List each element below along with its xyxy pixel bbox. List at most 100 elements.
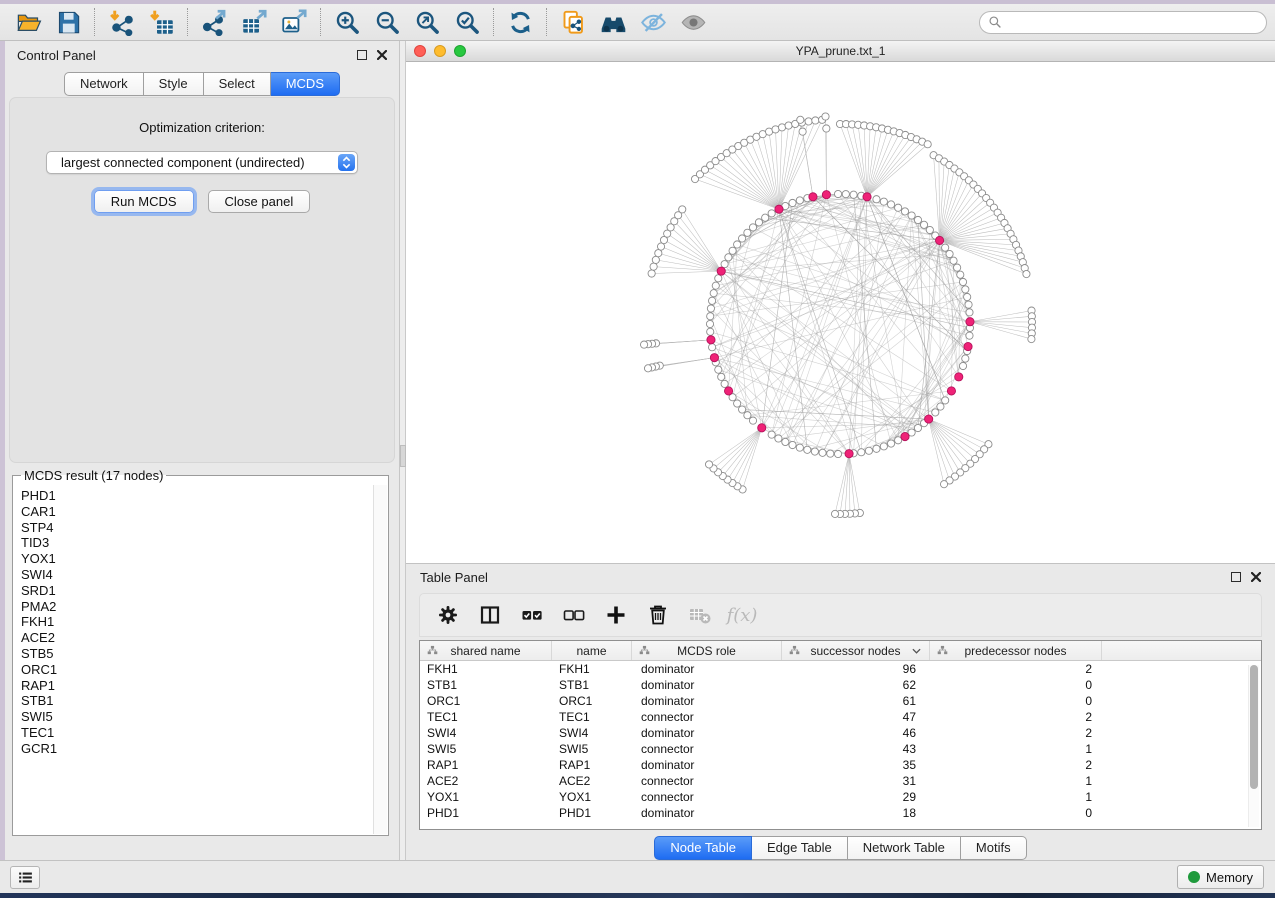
export-network-button[interactable] bbox=[194, 6, 234, 38]
delete-column-button[interactable] bbox=[640, 598, 676, 632]
zoom-selected-button[interactable] bbox=[447, 6, 487, 38]
network-node[interactable] bbox=[785, 122, 792, 129]
mcds-result-item[interactable]: STB5 bbox=[21, 646, 373, 662]
run-mcds-button[interactable]: Run MCDS bbox=[94, 190, 194, 213]
network-node[interactable] bbox=[650, 263, 657, 270]
network-node[interactable] bbox=[920, 221, 927, 228]
table-tab-node-table[interactable]: Node Table bbox=[654, 836, 752, 860]
network-node[interactable] bbox=[796, 197, 803, 204]
network-node[interactable] bbox=[962, 286, 969, 293]
table-row[interactable]: ORC1ORC1dominator610 bbox=[420, 693, 1261, 709]
show-all-button[interactable] bbox=[673, 6, 713, 38]
mcds-result-item[interactable]: RAP1 bbox=[21, 678, 373, 694]
network-node[interactable] bbox=[789, 199, 796, 206]
mcds-network-node[interactable] bbox=[845, 450, 853, 458]
mcds-network-node[interactable] bbox=[863, 193, 871, 201]
network-node[interactable] bbox=[942, 244, 949, 251]
network-node[interactable] bbox=[914, 216, 921, 223]
network-node[interactable] bbox=[901, 208, 908, 215]
network-node[interactable] bbox=[729, 247, 736, 254]
network-node[interactable] bbox=[964, 293, 971, 300]
mcds-result-item[interactable]: SRD1 bbox=[21, 583, 373, 599]
network-node[interactable] bbox=[755, 219, 762, 226]
float-panel-icon[interactable] bbox=[357, 50, 367, 60]
network-node[interactable] bbox=[782, 438, 789, 445]
column-header-name[interactable]: name bbox=[552, 641, 632, 660]
network-node[interactable] bbox=[796, 444, 803, 451]
network-node[interactable] bbox=[819, 449, 826, 456]
table-tab-edge-table[interactable]: Edge Table bbox=[752, 836, 848, 860]
zoom-in-button[interactable] bbox=[327, 6, 367, 38]
network-node[interactable] bbox=[708, 344, 715, 351]
network-node[interactable] bbox=[1023, 270, 1030, 277]
network-node[interactable] bbox=[966, 309, 973, 316]
network-node[interactable] bbox=[850, 191, 857, 198]
mcds-result-item[interactable]: CAR1 bbox=[21, 504, 373, 520]
mcds-network-node[interactable] bbox=[822, 191, 830, 199]
network-node[interactable] bbox=[749, 417, 756, 424]
select-all-button[interactable] bbox=[514, 598, 550, 632]
network-window-titlebar[interactable]: YPA_prune.txt_1 bbox=[406, 41, 1275, 62]
network-node[interactable] bbox=[718, 373, 725, 380]
task-history-button[interactable] bbox=[10, 866, 40, 889]
function-builder-button[interactable]: f(x) bbox=[724, 598, 760, 632]
network-node[interactable] bbox=[775, 435, 782, 442]
float-table-panel-icon[interactable] bbox=[1231, 572, 1241, 582]
mcds-result-scrollbar[interactable] bbox=[373, 485, 387, 834]
save-session-button[interactable] bbox=[48, 6, 88, 38]
network-node[interactable] bbox=[707, 328, 714, 335]
network-node[interactable] bbox=[1028, 335, 1035, 342]
network-node[interactable] bbox=[812, 117, 819, 124]
network-node[interactable] bbox=[679, 206, 686, 213]
network-node[interactable] bbox=[652, 256, 659, 263]
mcds-result-item[interactable]: PHD1 bbox=[21, 488, 373, 504]
network-node[interactable] bbox=[954, 264, 961, 271]
zoom-fit-button[interactable] bbox=[407, 6, 447, 38]
import-table-button[interactable] bbox=[141, 6, 181, 38]
search-input[interactable] bbox=[1007, 15, 1258, 29]
hide-selected-button[interactable] bbox=[633, 6, 673, 38]
mcds-network-node[interactable] bbox=[966, 318, 974, 326]
column-header-shared-name[interactable]: shared name bbox=[420, 641, 552, 660]
network-node[interactable] bbox=[880, 443, 887, 450]
network-node[interactable] bbox=[655, 250, 662, 257]
network-node[interactable] bbox=[712, 282, 719, 289]
network-node[interactable] bbox=[725, 254, 732, 261]
mcds-network-node[interactable] bbox=[758, 424, 766, 432]
network-node[interactable] bbox=[940, 481, 947, 488]
network-node[interactable] bbox=[965, 301, 972, 308]
mcds-result-item[interactable]: TEC1 bbox=[21, 725, 373, 741]
network-node[interactable] bbox=[734, 241, 741, 248]
network-node[interactable] bbox=[739, 406, 746, 413]
mcds-result-item[interactable]: ORC1 bbox=[21, 662, 373, 678]
network-node[interactable] bbox=[708, 297, 715, 304]
tab-mcds[interactable]: MCDS bbox=[271, 72, 340, 96]
mcds-result-item[interactable]: TID3 bbox=[21, 535, 373, 551]
import-network-button[interactable] bbox=[101, 6, 141, 38]
export-table-button[interactable] bbox=[234, 6, 274, 38]
network-node[interactable] bbox=[946, 250, 953, 257]
network-node[interactable] bbox=[644, 365, 651, 372]
network-node[interactable] bbox=[962, 355, 969, 362]
mcds-network-node[interactable] bbox=[775, 205, 783, 213]
mcds-network-node[interactable] bbox=[935, 236, 943, 244]
memory-button[interactable]: Memory bbox=[1177, 865, 1264, 889]
table-row[interactable]: SWI5SWI5connector431 bbox=[420, 741, 1261, 757]
network-node[interactable] bbox=[799, 128, 806, 135]
column-header-successor-nodes[interactable]: successor nodes bbox=[782, 641, 930, 660]
network-node[interactable] bbox=[827, 450, 834, 457]
network-node[interactable] bbox=[823, 125, 830, 132]
network-node[interactable] bbox=[966, 332, 973, 339]
network-node[interactable] bbox=[937, 403, 944, 410]
network-node[interactable] bbox=[744, 412, 751, 419]
close-mcds-panel-button[interactable]: Close panel bbox=[208, 190, 311, 213]
network-node[interactable] bbox=[707, 305, 714, 312]
network-node[interactable] bbox=[706, 320, 713, 327]
network-node[interactable] bbox=[950, 257, 957, 264]
table-row[interactable]: STB1STB1dominator620 bbox=[420, 677, 1261, 693]
network-node[interactable] bbox=[768, 210, 775, 217]
network-node[interactable] bbox=[805, 118, 812, 125]
network-node[interactable] bbox=[831, 510, 838, 517]
mcds-network-node[interactable] bbox=[724, 387, 732, 395]
network-node[interactable] bbox=[858, 449, 865, 456]
